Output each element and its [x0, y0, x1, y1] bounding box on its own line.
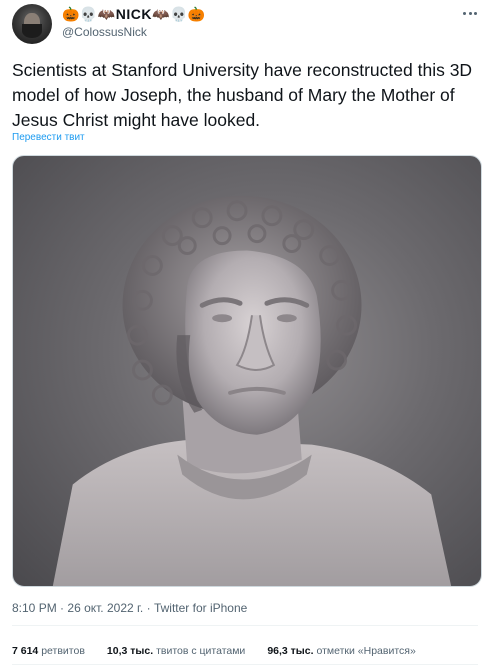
tweet-date-link[interactable]: 26 окт. 2022 г. [67, 601, 143, 615]
tweet-source-link[interactable]: Twitter for iPhone [154, 601, 247, 615]
retweets-stat[interactable]: 7 614 ретвитов [12, 645, 85, 657]
avatar[interactable] [12, 4, 52, 44]
avatar-beard [22, 24, 42, 38]
meta-separator: · [146, 601, 154, 615]
translate-tweet-link[interactable]: Перевести твит [12, 132, 85, 143]
divider [12, 664, 478, 665]
more-options-icon[interactable] [462, 6, 478, 20]
tweet-meta: 8:10 PM · 26 окт. 2022 г. · Twitter for … [12, 601, 247, 615]
author-display-name[interactable]: 🎃💀🦇NICK🦇💀🎃 [62, 6, 206, 23]
tweet: 🎃💀🦇NICK🦇💀🎃 @ColossusNick Scientists at S… [0, 0, 489, 667]
tweet-media-image[interactable] [12, 155, 482, 587]
quote-tweets-stat[interactable]: 10,3 тыс. твитов с цитатами [107, 645, 245, 657]
retweets-count: 7 614 [12, 645, 39, 657]
tweet-stats: 7 614 ретвитов 10,3 тыс. твитов с цитата… [12, 645, 416, 657]
bust-sculpture-image [52, 195, 452, 586]
quotes-count: 10,3 тыс. [106, 645, 154, 657]
likes-label: отметки «Нравится» [316, 645, 416, 657]
tweet-text: Scientists at Stanford University have r… [12, 60, 473, 130]
divider [12, 625, 478, 626]
tweet-time-link[interactable]: 8:10 PM [12, 601, 57, 615]
likes-count: 96,3 тыс. [267, 645, 314, 657]
author-handle[interactable]: @ColossusNick [62, 25, 147, 39]
likes-stat[interactable]: 96,3 тыс. отметки «Нравится» [267, 645, 415, 657]
retweets-label: ретвитов [41, 645, 85, 657]
quotes-label: твитов с цитатами [156, 645, 246, 657]
